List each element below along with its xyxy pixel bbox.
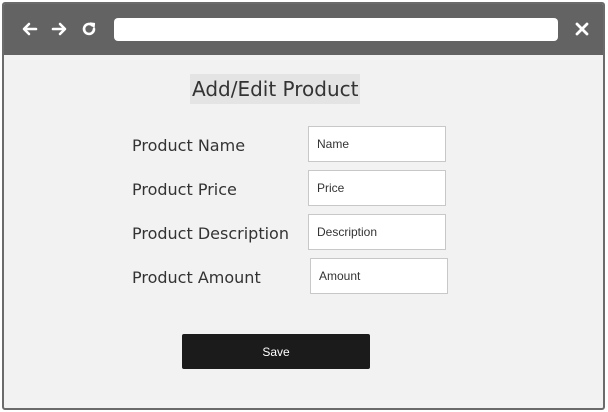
product-amount-label: Product Amount — [132, 268, 261, 287]
product-price-input[interactable] — [308, 170, 446, 206]
arrow-left-icon[interactable] — [20, 19, 40, 39]
product-description-label: Product Description — [132, 224, 289, 243]
save-button[interactable]: Save — [182, 334, 370, 369]
product-name-input[interactable] — [308, 126, 446, 162]
product-amount-input[interactable] — [310, 258, 448, 294]
product-description-input[interactable] — [308, 214, 446, 250]
arrow-right-icon[interactable] — [49, 19, 69, 39]
page-title: Add/Edit Product — [190, 74, 361, 104]
product-name-label: Product Name — [132, 136, 246, 155]
reload-icon[interactable] — [79, 19, 99, 39]
product-price-label: Product Price — [132, 180, 237, 199]
close-icon[interactable] — [572, 19, 592, 39]
address-bar[interactable] — [114, 18, 558, 41]
browser-window: Add/Edit Product Product Name Product Pr… — [2, 2, 605, 410]
browser-toolbar — [4, 4, 603, 55]
